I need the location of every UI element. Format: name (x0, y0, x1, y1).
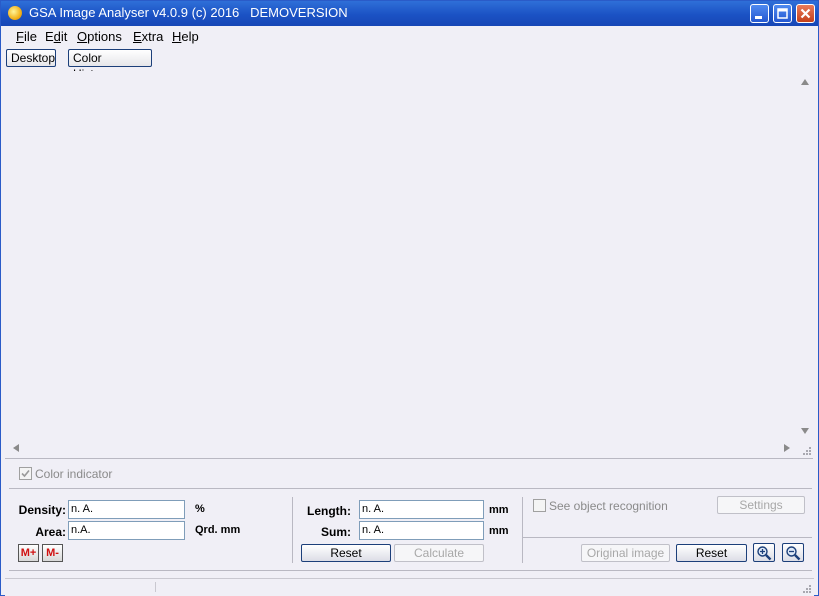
memory-minus-button[interactable]: M- (42, 544, 63, 562)
close-icon (800, 8, 811, 19)
density-field[interactable]: n. A. (68, 500, 185, 519)
menu-extra[interactable]: Extra (133, 29, 163, 44)
maximize-icon (777, 8, 788, 19)
area-field[interactable]: n.A. (68, 521, 185, 540)
settings-button[interactable]: Settings (717, 496, 805, 514)
scroll-left-icon[interactable] (13, 444, 19, 452)
vertical-scrollbar[interactable] (798, 71, 812, 441)
divider (523, 537, 812, 538)
image-canvas[interactable] (5, 71, 813, 457)
reset-measure-button[interactable]: Reset (301, 544, 391, 562)
close-button[interactable] (796, 4, 815, 23)
object-recognition-checkbox[interactable]: See object recognition (533, 498, 668, 513)
minimize-icon (755, 16, 762, 19)
scroll-down-icon[interactable] (801, 428, 809, 434)
color-indicator-label: Color indicator (35, 466, 113, 481)
area-unit: Qrd. mm (195, 524, 241, 536)
zoom-in-icon (757, 546, 772, 561)
resize-grip-icon[interactable] (801, 445, 811, 455)
status-bar (5, 578, 814, 596)
original-image-button[interactable]: Original image (581, 544, 670, 562)
checkbox-box[interactable] (533, 499, 546, 513)
object-recognition-label: See object recognition (549, 498, 668, 513)
sum-unit: mm (489, 525, 509, 537)
zoom-out-button[interactable] (782, 543, 804, 562)
divider (9, 570, 812, 571)
tab-color-histogram[interactable]: Color Histogram (68, 49, 152, 81)
zoom-in-button[interactable] (753, 543, 775, 562)
menu-edit[interactable]: Edit (45, 29, 67, 44)
area-label: Area: (35, 525, 66, 539)
scroll-up-icon[interactable] (801, 79, 809, 85)
maximize-button[interactable] (773, 4, 792, 23)
checkbox-box[interactable] (19, 467, 32, 481)
app-window: GSA Image Analyser v4.0.9 (c) 2016 DEMOV… (0, 0, 819, 596)
minimize-button[interactable] (750, 4, 769, 23)
resize-grip-icon[interactable] (801, 583, 811, 593)
window-title: GSA Image Analyser v4.0.9 (c) 2016 DEMOV… (29, 5, 348, 20)
memory-plus-button[interactable]: M+ (18, 544, 39, 562)
length-label: Length: (307, 504, 351, 518)
title-bar[interactable]: GSA Image Analyser v4.0.9 (c) 2016 DEMOV… (1, 1, 818, 26)
divider (522, 497, 523, 563)
calculate-button[interactable]: Calculate (394, 544, 484, 562)
divider (292, 497, 293, 563)
color-indicator-checkbox[interactable]: Color indicator (19, 466, 112, 481)
menu-help[interactable]: Help (172, 29, 199, 44)
status-divider (155, 582, 156, 592)
horizontal-scrollbar[interactable] (5, 441, 813, 456)
menu-file[interactable]: File (16, 29, 37, 44)
density-unit: % (195, 503, 205, 515)
density-label: Density: (18, 503, 66, 517)
sum-field[interactable]: n. A. (359, 521, 484, 540)
scroll-right-icon[interactable] (784, 444, 790, 452)
length-field[interactable]: n. A. (359, 500, 484, 519)
reset-view-button[interactable]: Reset (676, 544, 747, 562)
menu-options[interactable]: Options (77, 29, 122, 44)
length-unit: mm (489, 504, 509, 516)
app-icon (8, 6, 22, 20)
tab-desktop[interactable]: Desktop (6, 49, 56, 67)
divider (9, 488, 812, 489)
menu-bar: File Edit Options Extra Help (1, 26, 818, 47)
sum-label: Sum: (321, 525, 351, 539)
zoom-out-icon (786, 546, 801, 561)
checkmark-icon (21, 470, 30, 478)
divider (5, 458, 813, 459)
